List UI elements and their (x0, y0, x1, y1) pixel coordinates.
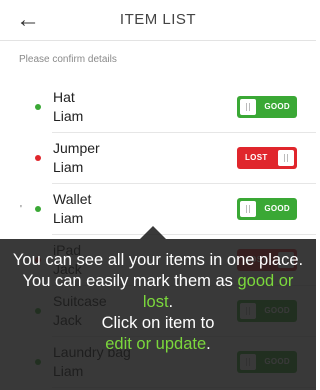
status-toggle[interactable]: GOOD (237, 198, 297, 220)
status-dot-icon (35, 206, 41, 212)
item-name: Hat (53, 89, 75, 105)
side-mark: ' (20, 204, 22, 215)
item-name: Wallet (53, 191, 92, 207)
status-dot-icon (35, 104, 41, 110)
item-name: Jumper (53, 140, 100, 156)
toggle-knob-icon (240, 201, 256, 217)
list-item[interactable]: Hat Liam GOOD (0, 82, 316, 133)
toggle-knob-icon (278, 150, 294, 166)
header-bar: ← ITEM LIST (0, 0, 316, 41)
item-owner: Liam (53, 210, 84, 226)
item-text: Wallet Liam (53, 190, 91, 228)
status-toggle[interactable]: LOST (237, 147, 297, 169)
item-owner: Liam (53, 159, 84, 175)
confirm-details-label: Please confirm details (19, 54, 117, 65)
tooltip-line2: Click on item to (101, 314, 215, 332)
item-text: Jumper Liam (53, 139, 100, 177)
item-text: Hat Liam (53, 88, 83, 126)
toggle-knob-icon (240, 99, 256, 115)
tooltip-period1: . (168, 293, 174, 311)
toggle-label: GOOD (264, 204, 290, 213)
list-item[interactable]: Jumper Liam LOST (0, 133, 316, 184)
tooltip-period2: . (206, 335, 211, 353)
toggle-label: LOST (245, 153, 268, 162)
tooltip-caret (140, 226, 166, 239)
toggle-label: GOOD (264, 102, 290, 111)
tooltip-text: You can see all your items in one place.… (10, 250, 306, 355)
status-toggle[interactable]: GOOD (237, 96, 297, 118)
page-title: ITEM LIST (119, 11, 197, 28)
item-owner: Liam (53, 108, 84, 124)
tooltip-highlight-edit-or-update: edit or update (105, 335, 207, 353)
status-dot-icon (35, 155, 41, 161)
